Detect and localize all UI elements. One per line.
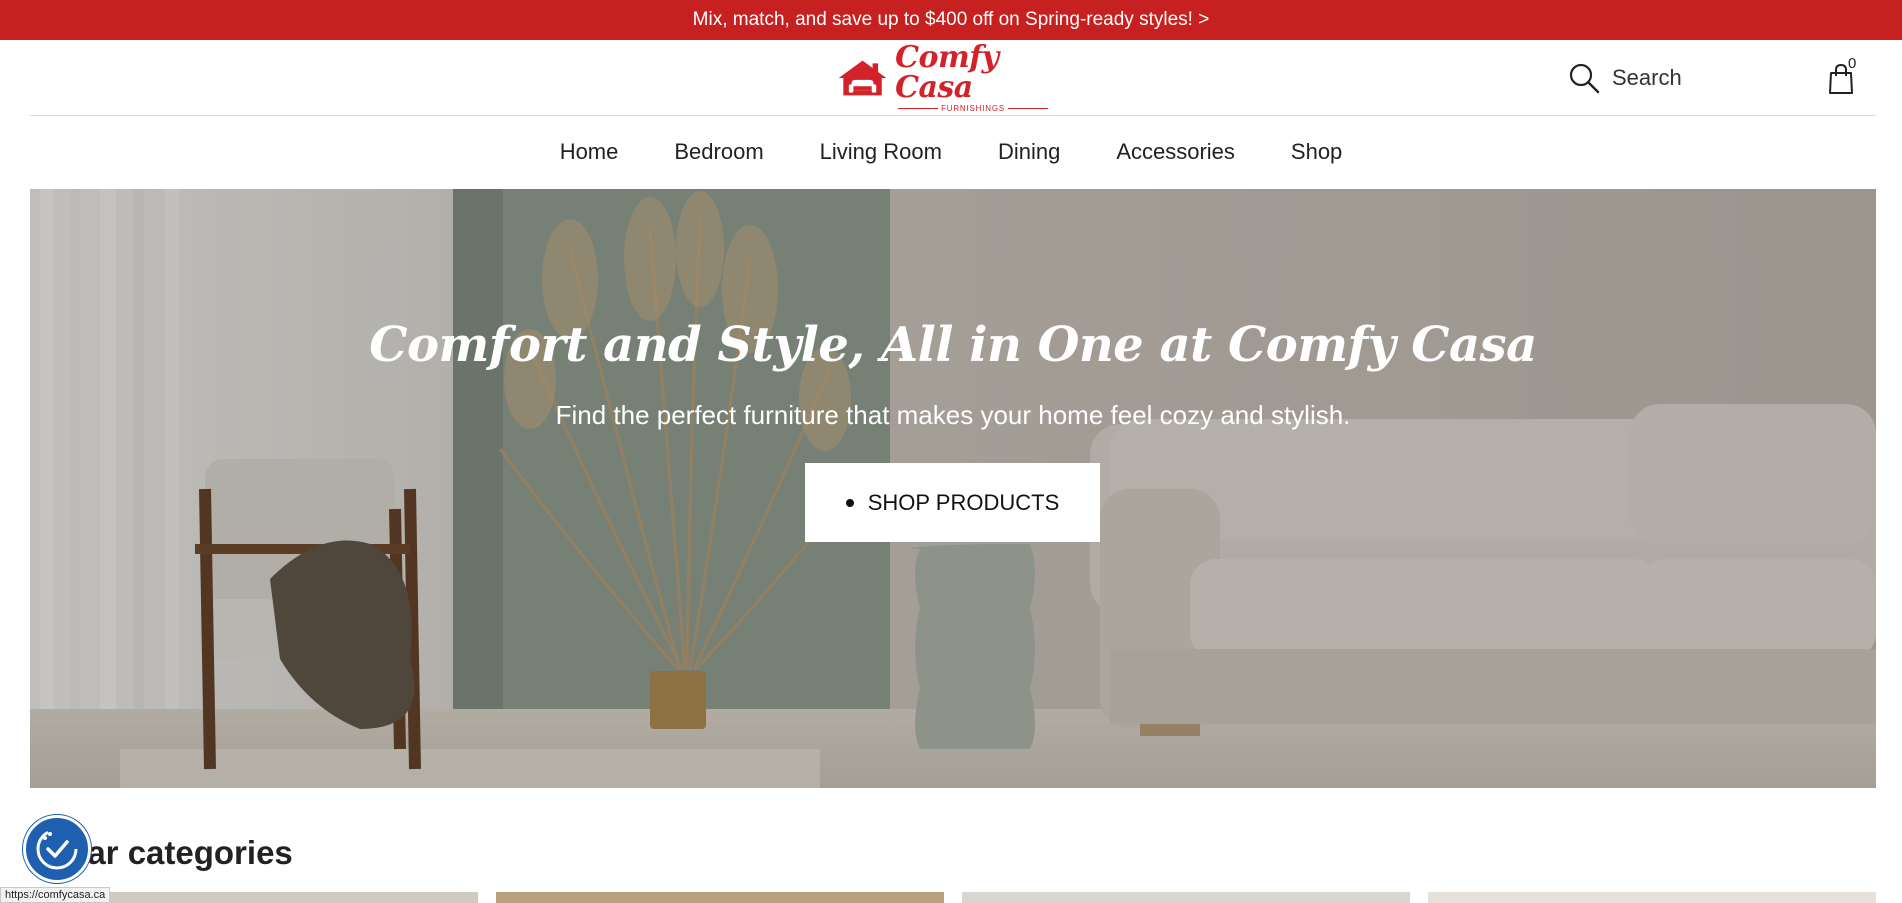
hero-subtitle: Find the perfect furniture that makes yo…: [555, 400, 1351, 430]
header-divider: [30, 115, 1876, 116]
nav-item-accessories[interactable]: Accessories: [1116, 139, 1235, 165]
category-card-3[interactable]: [962, 892, 1410, 903]
shop-products-button[interactable]: SHOP PRODUCTS: [805, 463, 1100, 542]
hero-banner: Comfort and Style, All in One at Comfy C…: [30, 189, 1876, 788]
nav-item-bedroom[interactable]: Bedroom: [674, 139, 763, 165]
bullet-icon: [845, 498, 854, 507]
nav-item-home[interactable]: Home: [560, 139, 619, 165]
category-card-4[interactable]: [1428, 892, 1876, 903]
accessibility-icon: [36, 828, 78, 870]
logo-subtitle: FURNISHINGS: [941, 104, 1006, 113]
announcement-bar[interactable]: Mix, match, and save up to $400 off on S…: [0, 0, 1902, 40]
nav-item-dining[interactable]: Dining: [998, 139, 1060, 165]
search-button[interactable]: Search: [1568, 58, 1682, 98]
hero-title: Comfort and Style, All in One at Comfy C…: [369, 317, 1537, 373]
cart-count-badge: 0: [1848, 55, 1857, 72]
category-card-2[interactable]: [496, 892, 944, 903]
main-nav: Home Bedroom Living Room Dining Accessor…: [0, 130, 1902, 174]
site-logo[interactable]: Comfy Casa FURNISHINGS: [836, 43, 1070, 113]
status-bar-url: https://comfycasa.ca: [0, 887, 111, 903]
shop-products-label: SHOP PRODUCTS: [867, 489, 1060, 515]
section-title: ular categories: [58, 834, 293, 871]
house-logo-icon: [838, 60, 887, 96]
search-label: Search: [1612, 65, 1682, 90]
nav-item-living-room[interactable]: Living Room: [820, 139, 942, 165]
nav-item-shop[interactable]: Shop: [1291, 139, 1342, 165]
accessibility-button[interactable]: [23, 815, 91, 883]
announcement-text[interactable]: Mix, match, and save up to $400 off on S…: [693, 9, 1210, 31]
search-icon: [1569, 63, 1600, 94]
logo-name: Comfy Casa: [895, 40, 999, 105]
